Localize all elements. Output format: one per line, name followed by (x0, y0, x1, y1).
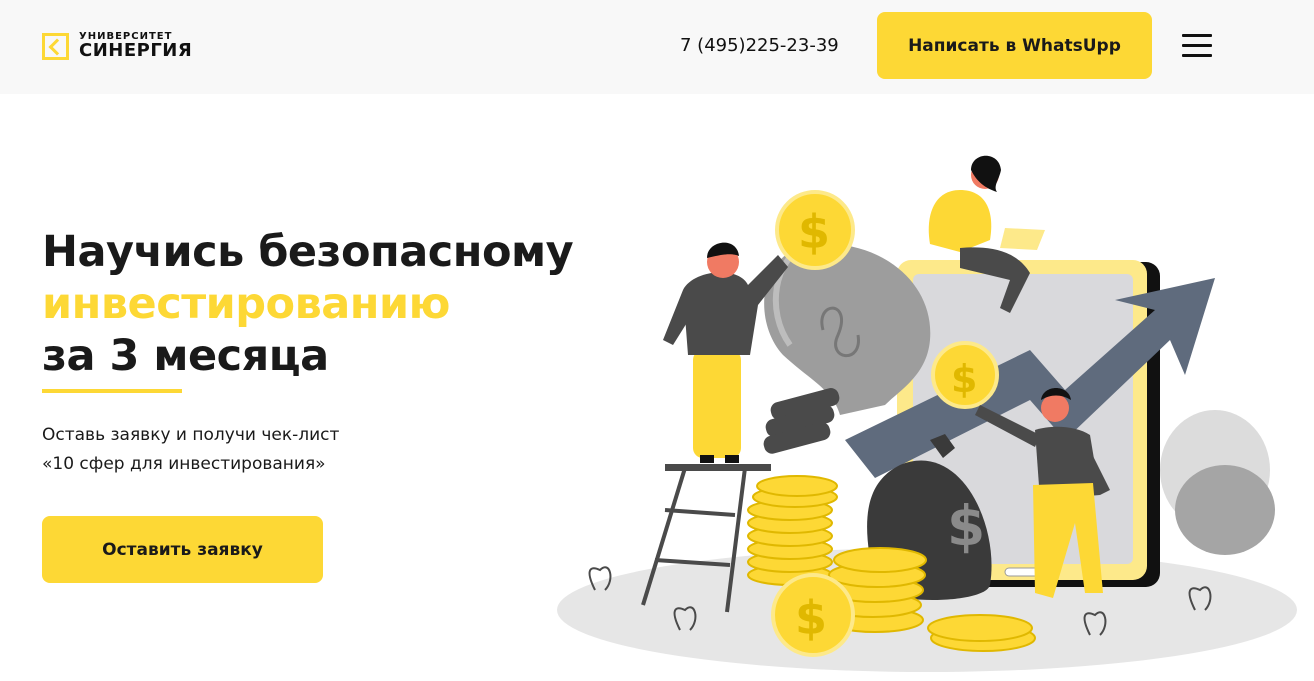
phone-link[interactable]: 7 (495)225-23-39 (680, 35, 839, 56)
hero-subtitle-line2: «10 сфер для инвестирования» (42, 454, 326, 474)
hero-title-accent: инвестированию (42, 279, 450, 329)
svg-text:$: $ (795, 591, 827, 645)
synergy-logo[interactable]: УНИВЕРСИТЕТ СИНЕРГИЯ (42, 31, 192, 61)
hero-subtitle: Оставь заявку и получи чек-лист «10 сфер… (42, 421, 442, 479)
hero-subtitle-line1: Оставь заявку и получи чек-лист (42, 425, 340, 445)
leave-request-button[interactable]: Оставить заявку (42, 516, 323, 583)
menu-bar (1182, 34, 1212, 37)
svg-text:$: $ (947, 494, 985, 558)
hamburger-menu-icon[interactable] (1182, 34, 1212, 58)
hero-title: Научись безопасному инвестированию за 3 … (42, 226, 642, 382)
investment-illustration: $ $ $ $ (557, 155, 1297, 672)
svg-text:$: $ (951, 357, 977, 401)
menu-bar (1182, 54, 1212, 57)
site-header: УНИВЕРСИТЕТ СИНЕРГИЯ 7 (495)225-23-39 На… (0, 0, 1314, 94)
synergy-logo-icon (42, 32, 69, 60)
logo-text: УНИВЕРСИТЕТ СИНЕРГИЯ (79, 32, 192, 60)
menu-bar (1182, 44, 1212, 47)
whatsapp-button[interactable]: Написать в WhatsUpp (877, 12, 1152, 79)
hero-title-line3: за 3 месяца (42, 331, 329, 381)
title-underline (42, 389, 182, 393)
logo-text-bottom: СИНЕРГИЯ (79, 40, 193, 61)
svg-text:$: $ (798, 205, 830, 259)
hero-title-line1: Научись безопасному (42, 227, 574, 277)
